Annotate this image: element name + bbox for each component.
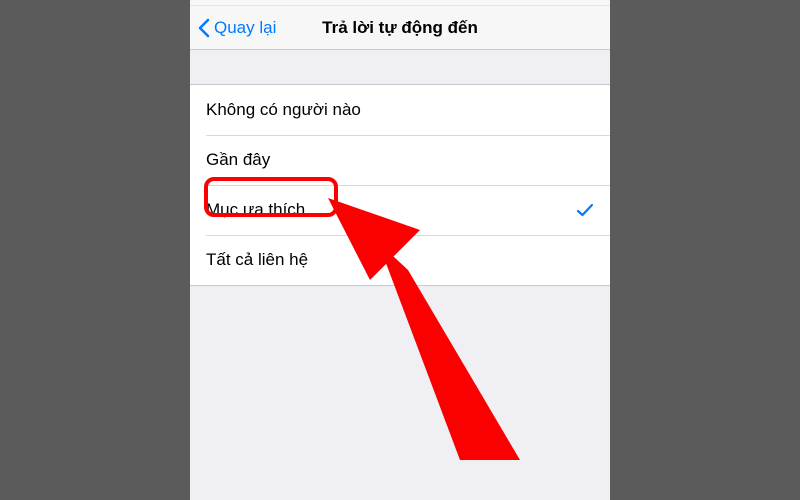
- option-label: Gần đây: [206, 150, 270, 170]
- options-list: Không có người nào Gần đây Mục ưa thích …: [190, 84, 610, 286]
- option-label: Mục ưa thích: [206, 200, 305, 220]
- nav-bar: Quay lại Trả lời tự động đến: [190, 6, 610, 50]
- list-spacer: [190, 50, 610, 84]
- option-recents[interactable]: Gần đây: [190, 135, 610, 185]
- back-label: Quay lại: [214, 18, 276, 38]
- checkmark-icon: [576, 201, 594, 219]
- option-label: Không có người nào: [206, 100, 361, 120]
- page-title: Trả lời tự động đến: [322, 18, 478, 38]
- option-no-one[interactable]: Không có người nào: [190, 85, 610, 135]
- back-button[interactable]: Quay lại: [198, 18, 276, 38]
- option-favorites[interactable]: Mục ưa thích: [190, 185, 610, 235]
- option-all-contacts[interactable]: Tất cả liên hệ: [190, 235, 610, 285]
- option-label: Tất cả liên hệ: [206, 250, 308, 270]
- chevron-left-icon: [198, 18, 210, 38]
- phone-screen: Quay lại Trả lời tự động đến Không có ng…: [190, 0, 610, 500]
